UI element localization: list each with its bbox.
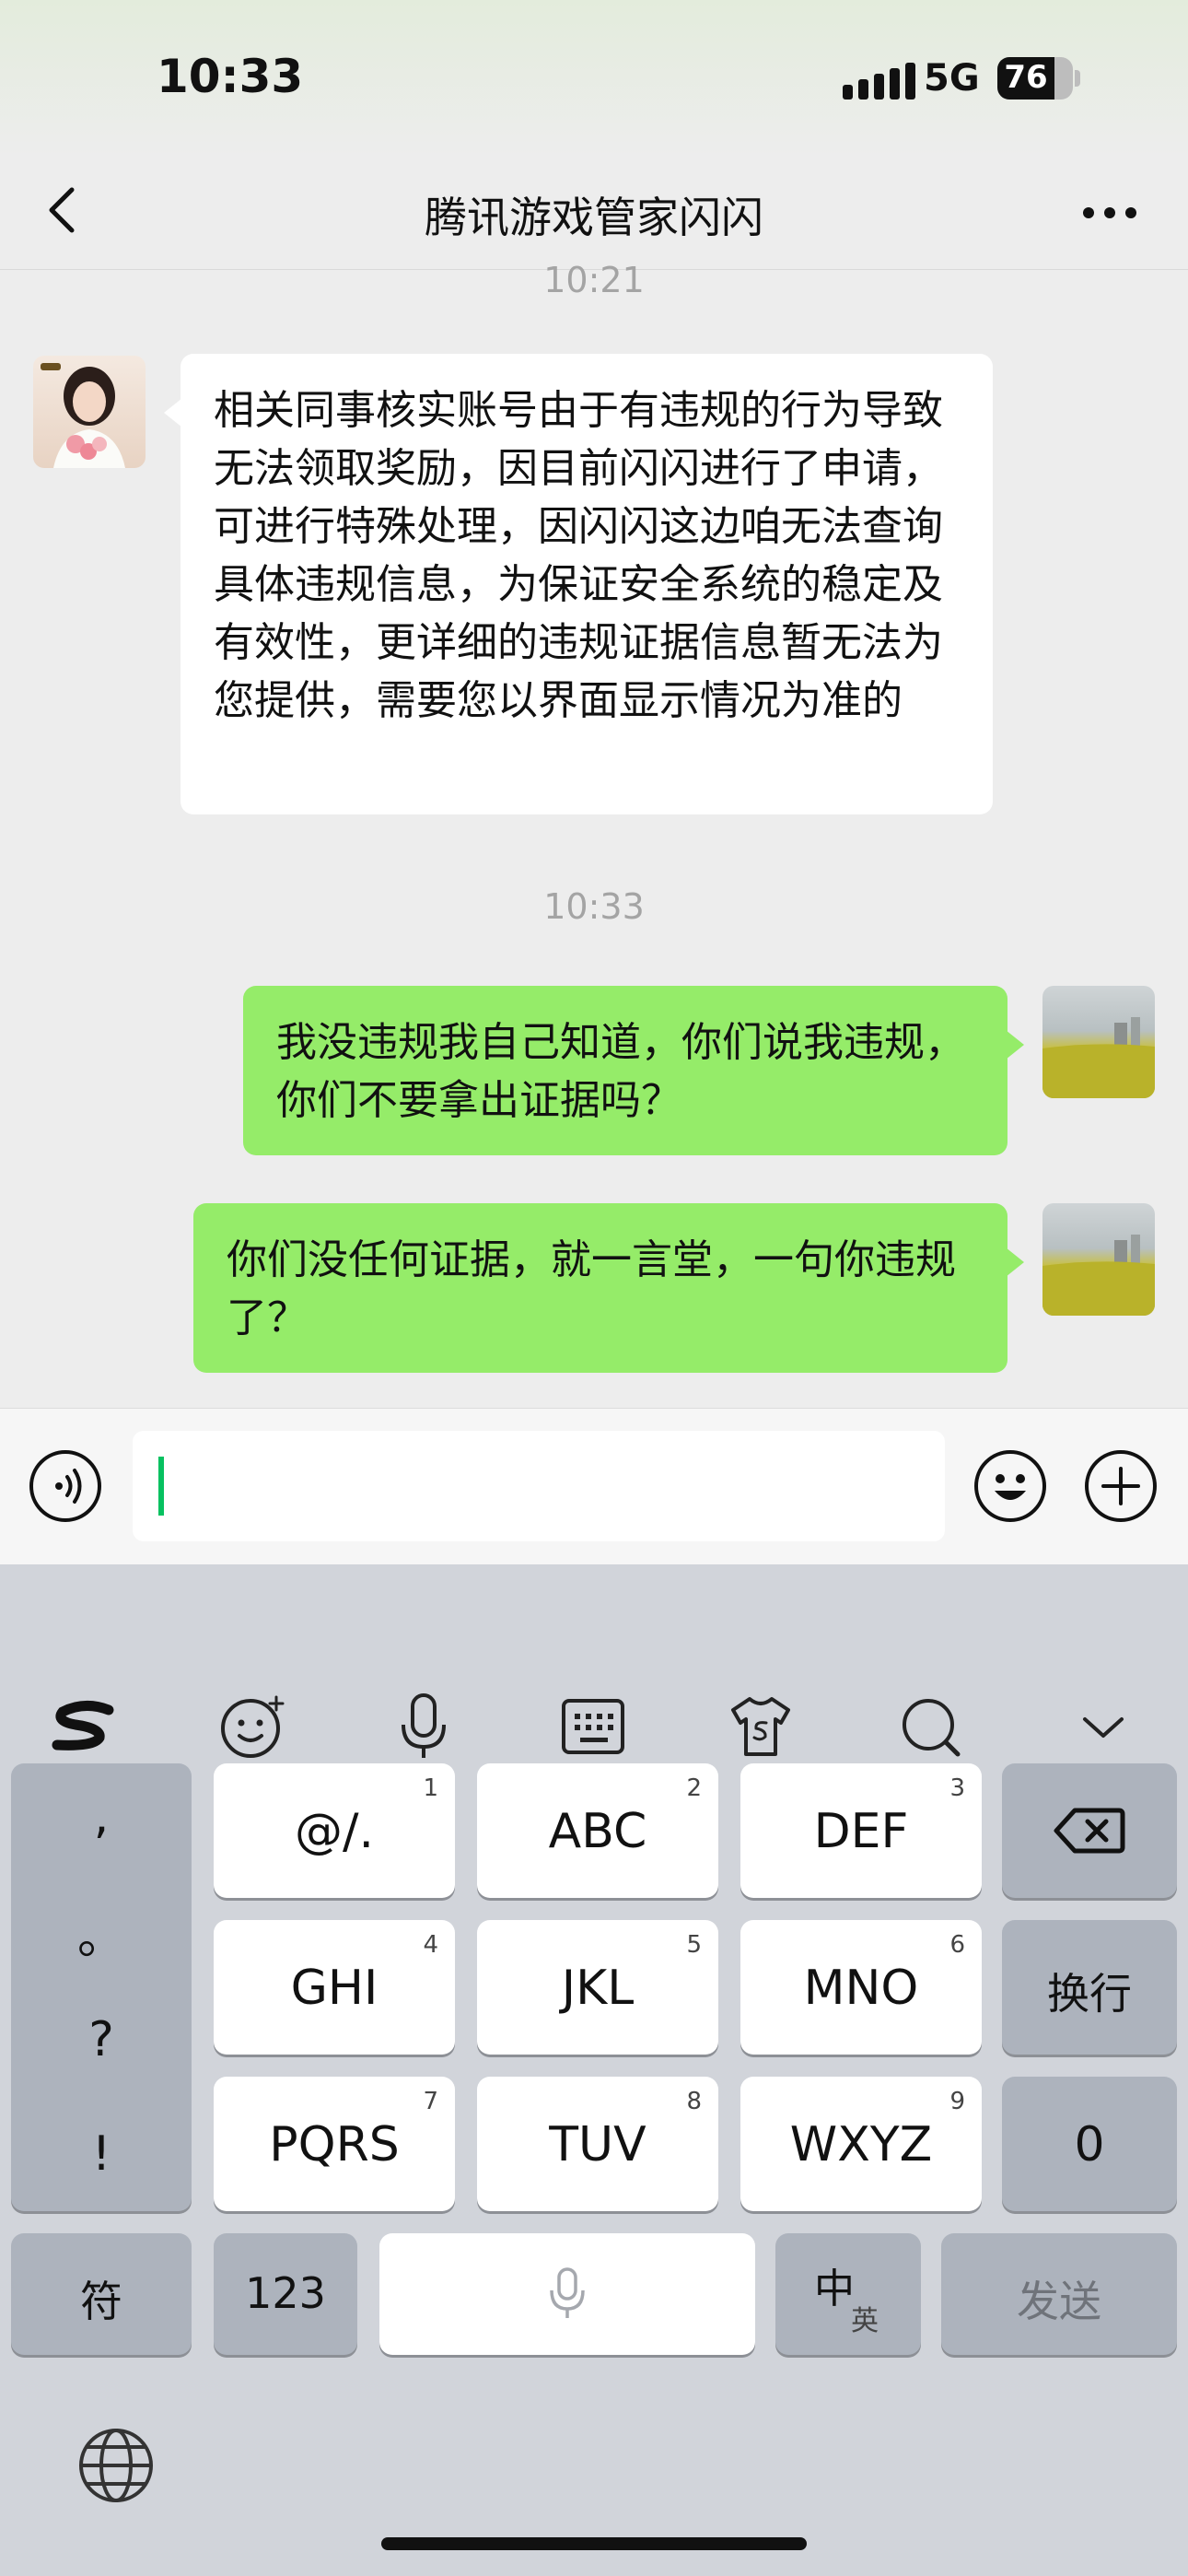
emoji-icon[interactable] xyxy=(215,1690,289,1763)
key-8[interactable]: 8 TUV xyxy=(477,2077,718,2211)
outgoing-message-text: 你们没任何证据，就一言堂，一句你违规了？ xyxy=(227,1236,956,1341)
bubble-tail xyxy=(1006,1030,1024,1060)
status-time: 10:33 xyxy=(157,50,304,103)
battery-icon: 76 xyxy=(997,57,1073,100)
key-5[interactable]: 5 JKL xyxy=(477,1920,718,2055)
bubble-tail xyxy=(1006,1247,1024,1277)
ime-keyboard: , 。 ? ! 1 @/. 2 ABC 3 DEF 4 GHI 5 JKL 6 MNO 7P… xyxy=(0,1564,1188,2576)
key-4[interactable]: 4 GHI xyxy=(214,1920,455,2055)
incoming-message[interactable]: 相关同事核实账号由于有违规的行为导致无法领取奖励，因目前闪闪进行了申请，可进行特… xyxy=(164,354,993,814)
chat-input-bar xyxy=(0,1408,1188,1565)
timestamp-top: 10:21 xyxy=(543,260,645,297)
zero-key[interactable]: 0 xyxy=(1002,2077,1177,2211)
chat-title: 腾讯游戏管家闪闪 xyxy=(425,193,763,242)
language-switch-key[interactable]: 中 英 xyxy=(775,2233,921,2355)
key-3[interactable]: 3 DEF xyxy=(740,1763,982,1898)
home-indicator xyxy=(381,2537,807,2550)
key-1[interactable]: 1 @/. xyxy=(214,1763,455,1898)
outgoing-message[interactable]: 我没违规我自己知道，你们说我违规，你们不要拿出证据吗？ xyxy=(243,986,1024,1155)
chevron-down-icon[interactable] xyxy=(1066,1690,1140,1763)
numeric-key[interactable]: 123 xyxy=(214,2233,357,2355)
punctuation-column[interactable]: , 。 ? ! xyxy=(11,1763,192,2211)
space-key[interactable] xyxy=(379,2233,755,2355)
emoji-icon[interactable] xyxy=(974,1450,1046,1522)
chat-header: 腾讯游戏管家闪闪 xyxy=(0,157,1188,270)
keyboard-icon[interactable] xyxy=(556,1690,630,1763)
newline-key[interactable]: 换行 xyxy=(1002,1920,1177,2055)
punct-key[interactable]: ? xyxy=(11,2012,192,2067)
battery-cap xyxy=(1075,70,1080,87)
key-2[interactable]: 2 ABC xyxy=(477,1763,718,1898)
network-type: 5G xyxy=(924,57,980,100)
search-icon[interactable] xyxy=(893,1690,967,1763)
voice-icon[interactable] xyxy=(29,1450,101,1522)
plus-icon[interactable] xyxy=(1085,1450,1157,1522)
contact-avatar[interactable] xyxy=(33,356,146,468)
cellular-signal-icon xyxy=(843,63,916,100)
punct-key[interactable]: 。 xyxy=(11,1898,192,1967)
more-icon[interactable] xyxy=(1077,190,1142,236)
microphone-icon[interactable] xyxy=(387,1690,460,1763)
text-caret xyxy=(158,1457,164,1516)
outgoing-message-text: 我没违规我自己知道，你们说我违规，你们不要拿出证据吗？ xyxy=(276,1019,965,1124)
my-avatar[interactable] xyxy=(1042,986,1155,1098)
message-input[interactable] xyxy=(133,1431,945,1541)
my-avatar[interactable] xyxy=(1042,1203,1155,1316)
bubble-tail xyxy=(164,398,182,427)
battery-percent: 76 xyxy=(1004,59,1048,96)
key-9[interactable]: 9 WXYZ xyxy=(740,2077,982,2211)
punct-key[interactable]: , xyxy=(11,1789,192,1844)
status-bar: 10:33 5G 76 xyxy=(0,0,1188,157)
backspace-key[interactable] xyxy=(1002,1763,1177,1898)
microphone-icon xyxy=(550,2267,585,2318)
key-6[interactable]: 6 MNO xyxy=(740,1920,982,2055)
symbol-key[interactable]: 符 xyxy=(11,2233,192,2355)
incoming-message-text: 相关同事核实账号由于有违规的行为导致无法领取奖励，因目前闪闪进行了申请，可进行特… xyxy=(214,387,943,724)
skin-icon[interactable] xyxy=(724,1690,798,1763)
punct-key[interactable]: ! xyxy=(11,2126,192,2182)
send-button[interactable]: 发送 xyxy=(941,2233,1177,2355)
outgoing-message[interactable]: 你们没任何证据，就一言堂，一句你违规了？ xyxy=(193,1203,1024,1373)
globe-icon[interactable] xyxy=(77,2427,155,2504)
sogou-logo-icon[interactable] xyxy=(48,1690,122,1763)
key-7[interactable]: 7 PQRS xyxy=(214,2077,455,2211)
timestamp-mid: 10:33 xyxy=(543,886,645,927)
backspace-icon xyxy=(1054,1808,1125,1854)
